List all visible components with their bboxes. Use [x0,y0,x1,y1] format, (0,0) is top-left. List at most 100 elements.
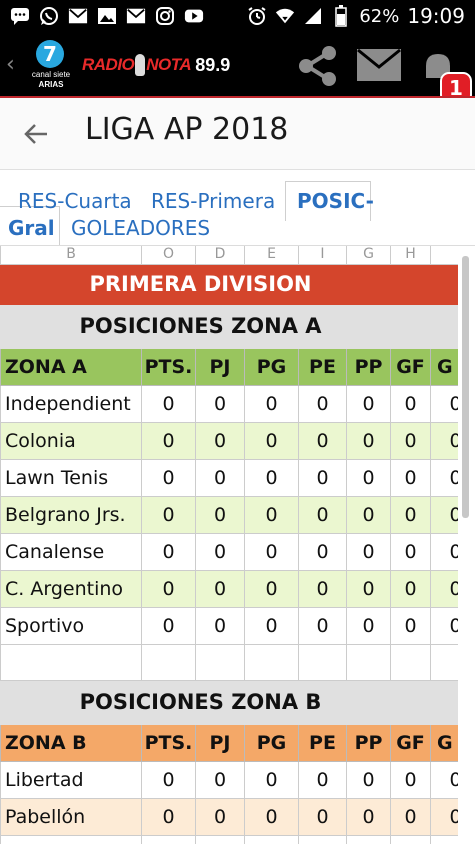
radio-brand-right: NOTA [146,55,192,74]
zone-b-title: POSICIONES ZONA B [0,679,458,725]
team-name: Libertad [0,760,142,799]
stat-cell: 0 [430,532,458,571]
notification-icons [10,6,204,26]
stat-cell: 0 [244,606,299,645]
column-header: PG [244,723,299,762]
stat-cell: 0 [430,384,458,423]
stat-cell: 0 [298,458,347,497]
stat-cell: 0 [346,834,391,844]
table-row: C. Argentino0000000 [0,569,458,608]
zone-a-header-row: ZONA A PTS. PJ PG PE PP GF G [0,347,458,386]
logo-line1: canal siete [31,70,71,79]
blank-cell [298,643,347,681]
blank-row [0,643,458,681]
tab-goleadores[interactable]: GOLEADORES [71,216,210,240]
cut-header-cell [430,246,458,265]
column-header: ZONA B [0,723,142,762]
cut-header-row: B O D E I G H [0,246,458,265]
stat-cell: 0 [390,384,431,423]
table-row: Belgrano Jrs.0000000 [0,495,458,534]
tab-res-cuarta[interactable]: RES-Cuarta [18,189,132,213]
stat-cell: 0 [346,384,391,423]
stat-cell: 0 [430,495,458,534]
column-header: PTS. [141,347,196,386]
stat-cell: 0 [195,384,245,423]
battery-icon [331,5,351,27]
stat-cell: 0 [141,532,196,571]
radio-frequency: 89.9 [195,54,231,75]
standings-content[interactable]: B O D E I G H PRIMERA DIVISION POSICIONE… [0,246,458,844]
blank-cell [430,643,458,681]
radio-nota-logo[interactable]: RADIO NOTA 89.9 [82,48,230,82]
app-header: ‹ 7 canal siete ARIAS RADIO NOTA 89.9 1 [0,34,475,104]
column-header: PP [346,347,391,386]
stat-cell: 0 [390,569,431,608]
standings-table: B O D E I G H PRIMERA DIVISION POSICIONE… [0,246,458,844]
stat-cell: 0 [390,606,431,645]
share-icon[interactable] [296,44,340,88]
back-arrow-icon[interactable] [22,120,50,148]
stat-cell: 0 [244,532,299,571]
whatsapp-icon [39,6,59,26]
blank-cell [346,643,391,681]
zone-b-header-row: ZONA B PTS. PJ PG PE PP GF G [0,723,458,762]
tab-bar: RES-Cuarta RES-Primera POSIC- Gral GOLEA… [0,170,475,246]
stat-cell: 0 [244,421,299,460]
stat-cell: 0 [195,797,245,836]
zone-b-title-row: POSICIONES ZONA B [0,679,458,725]
stat-cell: 0 [141,384,196,423]
division-title: PRIMERA DIVISION [0,263,458,305]
column-header: PJ [195,723,245,762]
alarm-icon [247,6,267,26]
cut-header-cell: H [390,246,431,265]
stat-cell: 0 [244,569,299,608]
blank-cell [390,643,431,681]
table-row: Lawn Tenis0000000 [0,458,458,497]
canal-siete-logo[interactable]: 7 canal siete ARIAS [28,40,74,92]
logo-number: 7 [36,40,64,68]
column-header: PE [298,347,347,386]
tab-res-primera[interactable]: RES-Primera [151,189,275,213]
tab-posic-gral[interactable]: POSIC- [297,189,374,213]
table-row: Sarmiento Bl.0000000 [0,834,458,844]
chevron-left-icon[interactable]: ‹ [6,52,15,77]
stat-cell: 0 [346,760,391,799]
stat-cell: 0 [346,458,391,497]
stat-cell: 0 [141,495,196,534]
tab-posic-gral-continued[interactable]: Gral [8,216,55,240]
wifi-icon [275,6,295,26]
stat-cell: 0 [298,569,347,608]
logo-line2: ARIAS [38,80,64,89]
blank-cell [244,643,299,681]
instagram-icon [155,6,175,26]
stat-cell: 0 [298,532,347,571]
stat-cell: 0 [298,495,347,534]
stat-cell: 0 [346,797,391,836]
team-name: Sarmiento Bl. [0,834,142,844]
stat-cell: 0 [195,569,245,608]
team-name: Pabellón [0,797,142,836]
stat-cell: 0 [390,458,431,497]
stat-cell: 0 [346,569,391,608]
stat-cell: 0 [141,797,196,836]
mail-icon[interactable] [356,48,402,82]
gmail-icon [68,6,88,26]
scrollbar[interactable] [462,256,469,518]
team-name: Lawn Tenis [0,458,142,497]
stat-cell: 0 [390,532,431,571]
stat-cell: 0 [195,834,245,844]
stat-cell: 0 [244,384,299,423]
stat-cell: 0 [298,797,347,836]
stat-cell: 0 [390,834,431,844]
stat-cell: 0 [244,834,299,844]
stat-cell: 0 [244,797,299,836]
image-icon [97,6,117,26]
division-title-row: PRIMERA DIVISION [0,263,458,305]
stat-cell: 0 [195,532,245,571]
team-name: Independient [0,384,142,423]
column-header: PTS. [141,723,196,762]
team-name: Belgrano Jrs. [0,495,142,534]
table-row: Pabellón0000000 [0,797,458,836]
stat-cell: 0 [298,760,347,799]
stat-cell: 0 [298,834,347,844]
